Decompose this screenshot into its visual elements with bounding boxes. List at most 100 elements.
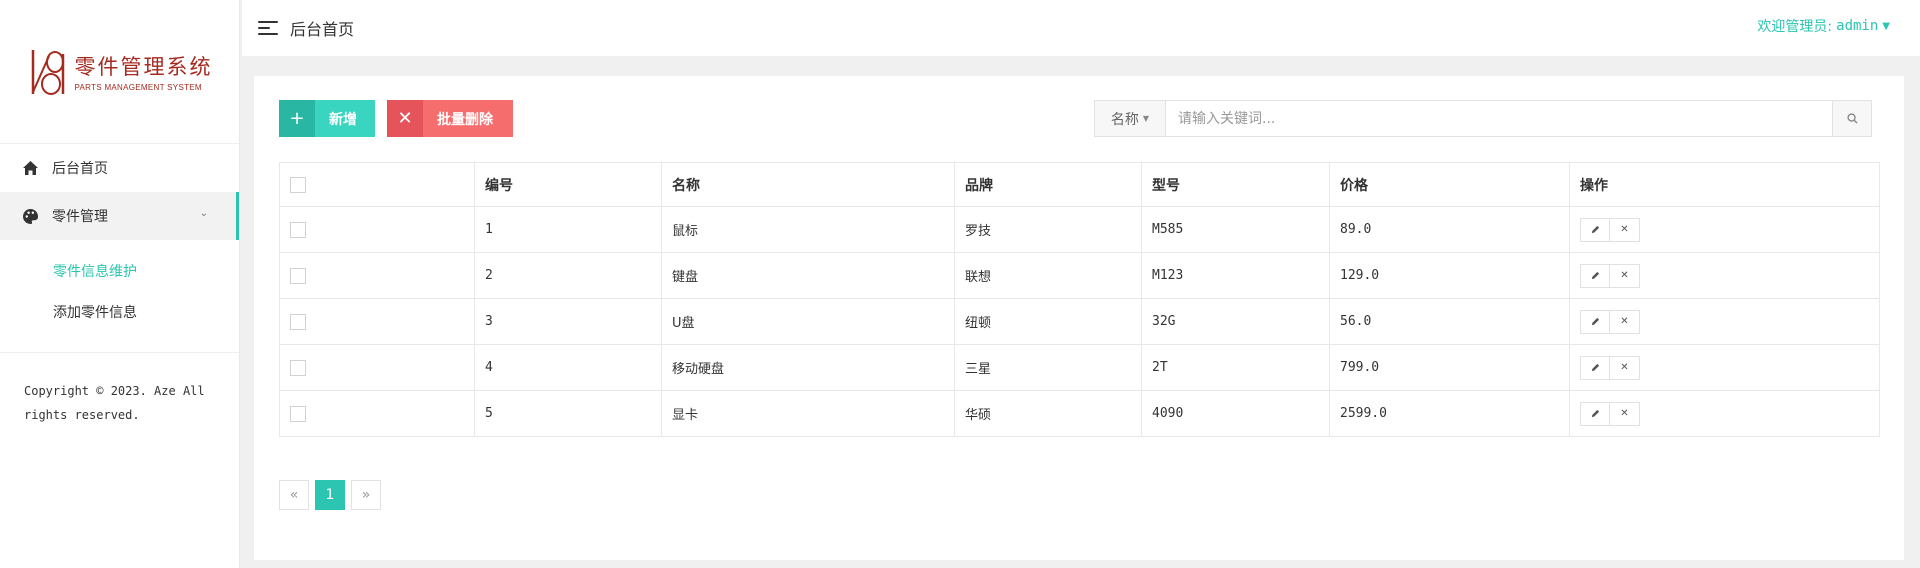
plus-icon: + (279, 100, 315, 137)
copyright-text: Copyright © 2023. Aze All rights reserve… (24, 384, 205, 422)
cell-name: 显卡 (661, 390, 955, 437)
pagination-prev[interactable]: « (279, 480, 309, 510)
sidebar-subitem-parts-info[interactable]: 零件信息维护 (0, 250, 239, 291)
delete-button[interactable]: ✕ (1610, 309, 1640, 334)
close-icon: ✕ (1620, 224, 1629, 235)
sidebar-item-parts-management[interactable]: 零件管理 ⌄ (0, 192, 239, 240)
cell-price: 56.0 (1329, 298, 1570, 345)
sidebar-nav: 后台首页 零件管理 ⌄ 零件信息维护 添加零件信息 Copyright © 20… (0, 144, 239, 453)
cell-price: 89.0 (1329, 206, 1570, 253)
row-checkbox[interactable] (290, 313, 306, 330)
username: admin (1836, 18, 1879, 34)
pencil-icon (1591, 225, 1599, 234)
cell-name: 移动硬盘 (661, 344, 955, 391)
search-field-value: 名称 (1110, 111, 1139, 128)
edit-button[interactable] (1580, 217, 1610, 242)
caret-down-icon: ▼ (1142, 114, 1150, 123)
close-icon: ✕ (1620, 408, 1629, 419)
chevron-down-icon: ⌄ (199, 208, 208, 219)
row-checkbox[interactable] (290, 267, 306, 284)
cell-price: 799.0 (1329, 344, 1570, 391)
column-header-model: 型号 (1141, 162, 1330, 207)
add-button[interactable]: + 新增 (279, 100, 375, 137)
column-header-brand: 品牌 (954, 162, 1142, 207)
logo-mark-icon (31, 49, 64, 95)
logo-title: 零件管理系统 (74, 55, 213, 79)
page-title: 后台首页 (290, 20, 355, 39)
logo-subtitle: PARTS MANAGEMENT SYSTEM (74, 83, 202, 92)
pencil-icon (1591, 409, 1599, 418)
delete-button[interactable]: ✕ (1610, 355, 1640, 380)
close-icon: ✕ (1620, 362, 1629, 373)
edit-button[interactable] (1580, 401, 1610, 426)
edit-button[interactable] (1580, 355, 1610, 380)
search-field-select[interactable]: 名称 ▼ (1095, 101, 1166, 136)
column-header-price: 价格 (1329, 162, 1570, 207)
sidebar-subitem-add-part[interactable]: 添加零件信息 (0, 291, 239, 332)
pencil-icon (1591, 271, 1599, 280)
main-panel: + 新增 ✕ 批量删除 名称 ▼ 编号 名称 品牌 型号 价格 操作 (254, 76, 1904, 560)
column-header-name: 名称 (661, 162, 955, 207)
close-icon: ✕ (1620, 316, 1629, 327)
pagination-page-current[interactable]: 1 (315, 480, 345, 510)
cell-name: 键盘 (661, 252, 955, 299)
menu-toggle-icon[interactable] (258, 21, 278, 35)
cell-name: 鼠标 (661, 206, 955, 253)
cell-name: U盘 (661, 298, 955, 345)
cell-model: 4090 (1141, 390, 1330, 437)
search-bar: 名称 ▼ (1094, 100, 1872, 137)
home-icon (22, 160, 38, 176)
cell-brand: 纽顿 (954, 298, 1142, 345)
edit-button[interactable] (1580, 309, 1610, 334)
parts-table: 编号 名称 品牌 型号 价格 操作 1 鼠标 罗技 M585 89.0 ✕ 2 (279, 162, 1880, 437)
cell-brand: 华硕 (954, 390, 1142, 437)
cell-brand: 罗技 (954, 206, 1142, 253)
sidebar-item-label: 零件管理 (52, 209, 108, 225)
table-row: 3 U盘 纽顿 32G 56.0 ✕ (279, 298, 1880, 345)
cell-id: 5 (474, 390, 662, 437)
search-input[interactable] (1166, 101, 1832, 136)
logo: 零件管理系统 PARTS MANAGEMENT SYSTEM (0, 0, 239, 144)
delete-button[interactable]: ✕ (1610, 401, 1640, 426)
cell-id: 4 (474, 344, 662, 391)
pagination: « 1 » (279, 480, 381, 510)
cell-price: 129.0 (1329, 252, 1570, 299)
table-row: 1 鼠标 罗技 M585 89.0 ✕ (279, 206, 1880, 253)
cell-id: 2 (474, 252, 662, 299)
cell-id: 1 (474, 206, 662, 253)
select-all-checkbox[interactable] (290, 176, 306, 193)
caret-down-icon: ▼ (1882, 20, 1890, 32)
cell-id: 3 (474, 298, 662, 345)
row-checkbox[interactable] (290, 405, 306, 422)
top-header: 后台首页 欢迎管理员: admin ▼ (242, 0, 1920, 56)
cell-brand: 联想 (954, 252, 1142, 299)
table-row: 5 显卡 华硕 4090 2599.0 ✕ (279, 390, 1880, 437)
search-icon (1846, 113, 1858, 124)
batch-delete-button[interactable]: ✕ 批量删除 (387, 100, 513, 137)
cell-brand: 三星 (954, 344, 1142, 391)
pencil-icon (1591, 317, 1599, 326)
user-menu[interactable]: 欢迎管理员: admin ▼ (1757, 16, 1890, 36)
search-button[interactable] (1832, 101, 1871, 136)
sidebar-item-label: 后台首页 (52, 161, 108, 177)
batch-delete-label: 批量删除 (437, 111, 493, 128)
column-header-actions: 操作 (1569, 162, 1880, 207)
pencil-icon (1591, 363, 1599, 372)
row-checkbox[interactable] (290, 221, 306, 238)
sidebar-item-home[interactable]: 后台首页 (0, 144, 239, 192)
sidebar-submenu: 零件信息维护 添加零件信息 (0, 240, 239, 353)
edit-button[interactable] (1580, 263, 1610, 288)
add-button-label: 新增 (329, 111, 357, 128)
delete-button[interactable]: ✕ (1610, 217, 1640, 242)
pagination-next[interactable]: » (351, 480, 381, 510)
palette-icon (22, 208, 38, 224)
delete-button[interactable]: ✕ (1610, 263, 1640, 288)
table-header-row: 编号 名称 品牌 型号 价格 操作 (279, 162, 1880, 207)
cell-model: 2T (1141, 344, 1330, 391)
welcome-label: 欢迎管理员: (1757, 19, 1833, 35)
close-icon: ✕ (387, 100, 423, 137)
cell-model: 32G (1141, 298, 1330, 345)
row-checkbox[interactable] (290, 359, 306, 376)
cell-model: M585 (1141, 206, 1330, 253)
sidebar: 零件管理系统 PARTS MANAGEMENT SYSTEM 后台首页 零件管理… (0, 0, 240, 568)
